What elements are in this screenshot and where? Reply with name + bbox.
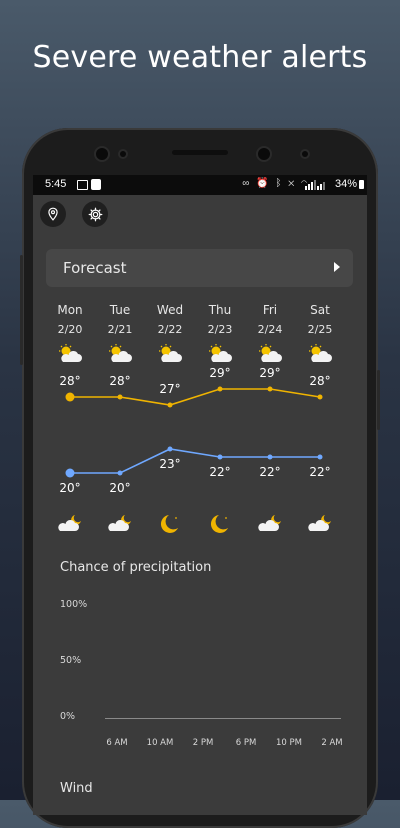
cloudy-night-icon [257,513,283,537]
low-temp-label: 22° [259,465,281,479]
app-screen: 5:45 ∞ ⏰ ᛒ ✕ ◠ 34% Forecast Mon 2/20 Tue… [33,175,367,815]
clear-night-icon [157,513,181,539]
low-temp-label: 22° [309,465,331,479]
battery-level: 34% [334,178,357,190]
low-temp-label: 20° [109,481,131,495]
high-temp-label: 28° [109,374,131,388]
high-temp-point [167,402,173,408]
day-date: 2/24 [257,323,283,336]
status-icons: ∞ ⏰ ᛒ ✕ ◠ [242,178,309,189]
cloudy-night-icon [107,513,133,537]
high-temp-label: 29° [259,366,281,380]
high-temp-label: 29° [209,366,231,380]
precip-y-label-100: 100% [60,599,88,610]
iris-camera [258,148,270,160]
precip-hour-label: 6 PM [235,738,257,748]
front-sensor [120,151,126,157]
day-column: Wed 2/22 [145,303,195,368]
volume-button [20,255,23,365]
day-name: Fri [262,303,278,317]
status-time: 5:45 [45,178,67,190]
precipitation-title: Chance of precipitation [60,560,212,575]
location-button[interactable] [40,201,66,227]
precip-baseline [105,718,341,719]
settings-button[interactable] [82,201,108,227]
glasses-icon: ∞ [242,178,252,189]
day-name: Wed [156,303,184,317]
low-temp-point [267,454,273,460]
precip-hour-label: 10 AM [146,738,174,748]
day-column: Tue 2/21 [95,303,145,368]
low-temp-point [167,446,173,452]
phone-speaker [172,150,228,155]
low-temp-label: 23° [159,457,181,471]
high-temp-line [70,388,321,406]
high-temp-point [217,386,223,392]
partly-cloudy-icon [195,344,245,368]
high-temp-point [65,392,75,402]
cloudy-night-icon [57,513,83,537]
partly-cloudy-icon [95,344,145,368]
forecast-header[interactable]: Forecast [46,249,353,287]
mute-icon: ✕ [288,178,297,189]
alarm-icon: ⏰ [256,178,271,189]
app-icon [91,179,101,190]
high-temp-label: 27° [159,382,181,396]
wind-title: Wind [60,781,93,796]
battery-icon [359,180,364,189]
high-temp-point [117,394,123,400]
day-column: Mon 2/20 [45,303,95,368]
precip-hour-label: 6 AM [106,738,128,748]
high-temp-point [317,394,323,400]
low-temp-point [217,454,223,460]
signal-icon [305,180,325,190]
partly-cloudy-icon [145,344,195,368]
day-date: 2/23 [207,323,233,336]
clear-night-icon [207,513,231,539]
day-date: 2/25 [307,323,333,336]
headline: Severe weather alerts [32,40,368,75]
day-name: Mon [57,303,83,317]
low-temp-point [317,454,323,460]
high-temp-label: 28° [59,374,81,388]
day-name: Tue [109,303,131,317]
low-temp-point [65,468,75,478]
gear-icon [88,207,102,221]
day-date: 2/22 [157,323,183,336]
low-temp-point [117,470,123,476]
day-column: Fri 2/24 [245,303,295,368]
low-temp-label: 20° [59,481,81,495]
day-date: 2/21 [107,323,133,336]
day-name: Thu [208,303,232,317]
iris-sensor [302,151,308,157]
power-button [377,370,380,430]
partly-cloudy-icon [295,344,345,368]
partly-cloudy-icon [245,344,295,368]
cloudy-night-icon [307,513,333,537]
day-column: Thu 2/23 [195,303,245,368]
forecast-title: Forecast [63,259,127,277]
day-name: Sat [310,303,330,317]
partly-cloudy-icon [45,344,95,368]
precip-hour-label: 2 PM [192,738,214,748]
arrow-right-icon [334,262,340,272]
location-pin-icon [48,207,58,221]
day-column: Sat 2/25 [295,303,345,368]
status-bar: 5:45 ∞ ⏰ ᛒ ✕ ◠ 34% [33,175,367,195]
low-temp-label: 22° [209,465,231,479]
precip-hour-label: 2 AM [321,738,343,748]
front-camera [96,148,108,160]
bluetooth-icon: ᛒ [275,178,284,189]
precip-y-label-50: 50% [60,655,82,666]
precip-y-label-0: 0% [60,711,76,722]
precip-hour-label: 10 PM [276,738,302,748]
high-temp-label: 28° [309,374,331,388]
high-temp-point [267,386,273,392]
image-icon [77,180,88,190]
day-date: 2/20 [57,323,83,336]
